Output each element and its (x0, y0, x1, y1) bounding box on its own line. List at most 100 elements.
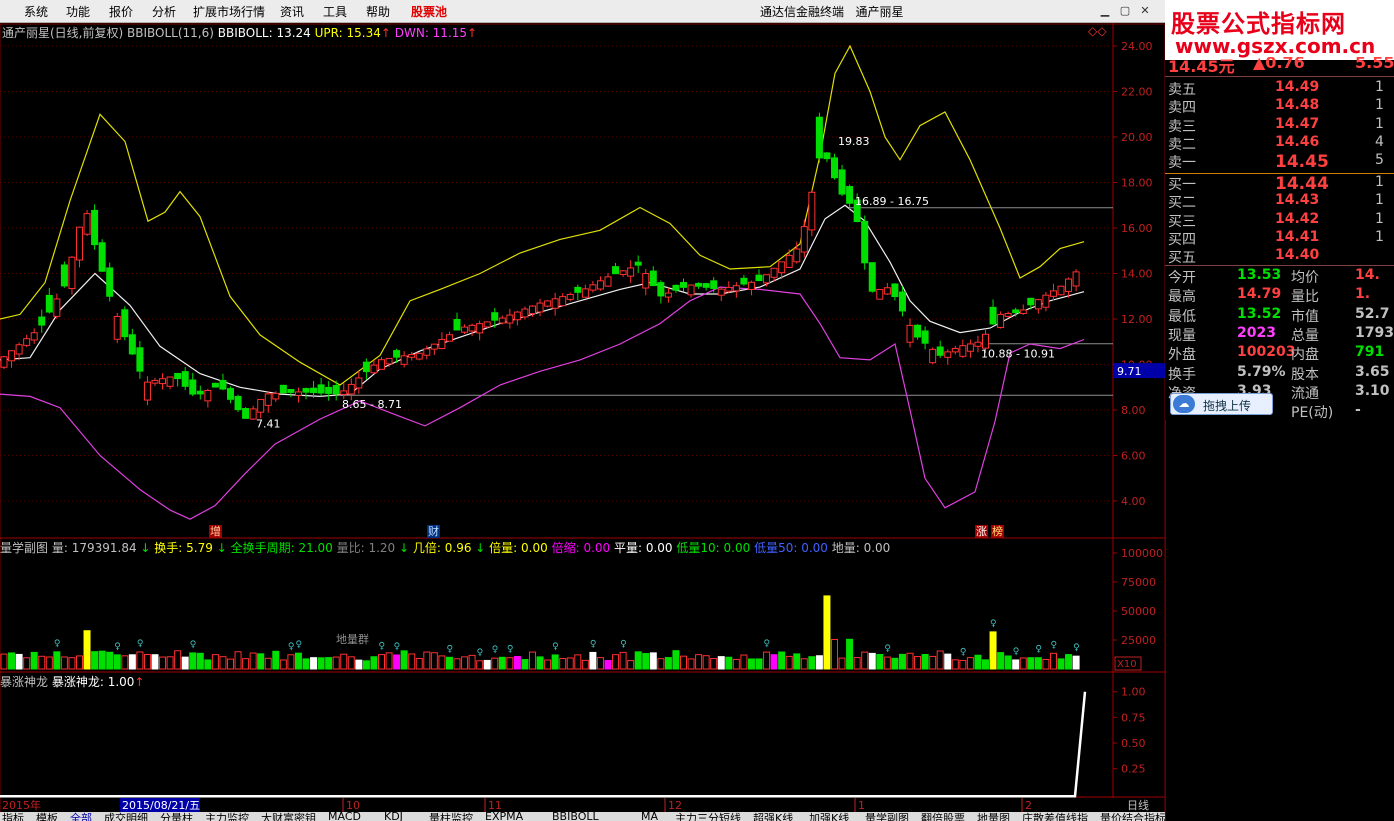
tab-18[interactable]: 地量图 (977, 812, 1010, 821)
candle-body (649, 270, 657, 287)
stat-value: 13.53 (1237, 267, 1282, 283)
volume-marker-icon: ♀ (590, 639, 597, 649)
volume-bar (838, 657, 846, 670)
volume-bar (23, 657, 31, 670)
candle-body (174, 372, 182, 380)
tab-2[interactable]: 全部 (70, 812, 92, 821)
price-tick-label: 12.00 (1121, 313, 1153, 326)
candle-body (936, 346, 944, 356)
drag-upload-button[interactable]: ☁ 拖拽上传 (1170, 393, 1273, 415)
volume-bar (45, 656, 53, 670)
bid-row[interactable]: 买五 14.40 (1165, 247, 1394, 266)
menu-quote[interactable]: 报价 (109, 3, 133, 20)
price-tick-label: 20.00 (1121, 131, 1153, 144)
tab-15[interactable]: 加强K线 (809, 812, 849, 821)
volume-bar (551, 654, 559, 670)
tab-19[interactable]: 庄散差值线指 (1022, 812, 1088, 821)
band1-label: 16.89 - 16.75 (855, 195, 929, 208)
candle-body (898, 291, 906, 312)
tab-13[interactable]: 主力三分短线 (675, 812, 741, 821)
candle-body (143, 381, 151, 401)
tab-0[interactable]: 指标 (2, 812, 24, 821)
candle-body (204, 390, 212, 402)
menu-stock-pool[interactable]: 股票池 (411, 3, 447, 20)
volume-bar (596, 657, 604, 670)
candle-body (234, 395, 242, 411)
stock-title: 通产丽星 (855, 5, 904, 19)
candle-body (891, 283, 899, 298)
tab-14[interactable]: 超强K线 (753, 812, 793, 821)
candle-body (808, 191, 816, 231)
tab-6[interactable]: 大财富密钥 (261, 812, 316, 821)
price-change: ▲0.76 (1253, 57, 1305, 72)
tab-11[interactable]: BBIBOLL (552, 812, 599, 821)
menu-function[interactable]: 功能 (66, 3, 90, 20)
candle-body (60, 264, 68, 287)
volume-bar (136, 651, 144, 670)
volume-bar (853, 657, 861, 670)
menu-help[interactable]: 帮助 (366, 3, 390, 20)
volume-marker-icon: ♀ (1013, 647, 1020, 657)
stat-label: 市值 (1291, 308, 1319, 325)
tab-12[interactable]: MA (641, 812, 658, 821)
chart-area[interactable]: 24.0022.0020.0018.0016.0014.0012.0010.00… (0, 23, 1165, 821)
ask-row[interactable]: 卖三 14.47 1 (1165, 116, 1394, 135)
volume-marker-icon: ♀ (477, 648, 484, 658)
tab-7[interactable]: MACD (328, 812, 361, 821)
tab-1[interactable]: 模板 (36, 812, 58, 821)
tab-17[interactable]: 翻倍股票 (921, 812, 965, 821)
tab-16[interactable]: 量学副图 (865, 812, 909, 821)
maximize-icon[interactable]: ▢ (1117, 3, 1133, 19)
tab-8[interactable]: KDJ (384, 812, 403, 821)
ask-row[interactable]: 卖五 14.49 1 (1165, 79, 1394, 98)
volume-marker-icon: ♀ (54, 639, 61, 649)
signal-line (0, 691, 1087, 798)
bid-row[interactable]: 买一 14.44 1 (1165, 174, 1394, 194)
candle-body (800, 226, 808, 253)
volume-bar (113, 654, 121, 670)
tab-9[interactable]: 量柱监控 (429, 812, 473, 821)
tab-20[interactable]: 量价结合指标 (1100, 812, 1165, 821)
volume-bar (98, 650, 106, 670)
candle-body (378, 359, 385, 370)
candle-body (876, 288, 884, 300)
panel-toggle-icon[interactable]: ◇◇ (1088, 24, 1106, 38)
volume-bar (732, 658, 740, 670)
bid-row[interactable]: 买四 14.41 1 (1165, 229, 1394, 248)
volume-tick-label: 100000 (1121, 547, 1163, 560)
menu-system[interactable]: 系统 (24, 3, 48, 20)
volume-legend-item: 低量50: 0.00 (750, 541, 828, 555)
minimize-icon[interactable]: ▁ (1097, 3, 1113, 19)
menu-tools[interactable]: 工具 (323, 3, 347, 20)
stat-value: 1. (1355, 286, 1371, 303)
close-icon[interactable]: ✕ (1137, 3, 1153, 19)
ask-row[interactable]: 卖四 14.48 1 (1165, 97, 1394, 116)
menu-analysis[interactable]: 分析 (152, 3, 176, 20)
tab-4[interactable]: 分量柱 (160, 812, 193, 821)
menu-extended-market[interactable]: 扩展市场行情 (193, 3, 265, 20)
tab-3[interactable]: 成交明细 (104, 812, 148, 821)
ask-row[interactable]: 卖一 14.45 5 (1165, 152, 1394, 172)
menu-info[interactable]: 资讯 (280, 3, 304, 20)
candle-body (634, 261, 642, 266)
candle-body (242, 408, 250, 419)
ask-row[interactable]: 卖二 14.46 4 (1165, 134, 1394, 153)
volume-bar (430, 652, 438, 670)
volume-bar (891, 657, 899, 670)
candle-body (1072, 271, 1080, 287)
candle-body (536, 302, 544, 313)
tab-5[interactable]: 主力监控 (205, 812, 249, 821)
candle-body (362, 361, 370, 373)
volume-bar (445, 656, 453, 670)
volume-bar (181, 656, 189, 670)
bid-row[interactable]: 买三 14.42 1 (1165, 211, 1394, 230)
volume-bar (189, 652, 197, 670)
volume-bar (914, 656, 922, 670)
candle-body (755, 274, 763, 282)
bid-row[interactable]: 买二 14.43 1 (1165, 192, 1394, 211)
volume-bar (793, 653, 801, 670)
tab-10[interactable]: EXPMA (485, 812, 523, 821)
candle-body (423, 348, 431, 356)
volume-bar (106, 651, 114, 670)
volume-bar (642, 653, 650, 670)
